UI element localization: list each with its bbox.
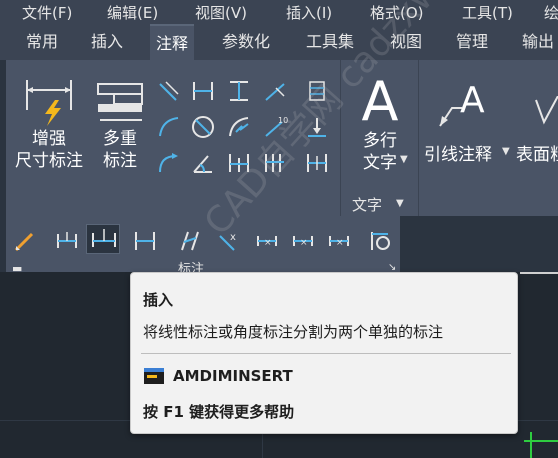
- menu-bar: 文件(F) 编辑(E) 视图(V) 插入(I) 格式(O) 工具(T) 绘: [0, 0, 558, 24]
- leader-arrow-icon[interactable]: [262, 78, 288, 104]
- tab-annotate[interactable]: 注释: [150, 24, 195, 60]
- smart-dimension-label-1: 增强: [32, 129, 66, 149]
- chevron-down-icon[interactable]: ▼: [400, 154, 408, 165]
- smart-dimension-icon: [26, 80, 72, 126]
- ucs-icon: [530, 432, 532, 458]
- chevron-down-icon[interactable]: ▼: [502, 146, 510, 157]
- pencil-edit-icon[interactable]: [12, 228, 38, 254]
- multiline-text-label-2: 文字: [363, 153, 397, 173]
- jogged-radius-icon[interactable]: [226, 114, 252, 140]
- dim-tedit-icon[interactable]: [54, 228, 80, 254]
- ribbon-tab-bar: 常用 插入 注释 参数化 工具集 视图 管理 输出: [0, 24, 558, 60]
- smart-dimension-label-2: 尺寸标注: [15, 151, 83, 171]
- tooltip-command: AMDIMINSERT: [173, 367, 293, 385]
- command-icon: [144, 368, 164, 384]
- svg-text:A: A: [460, 80, 485, 121]
- multi-dimension-label-1: 多重: [103, 129, 137, 149]
- svg-text:×: ×: [264, 238, 272, 248]
- tooltip-divider: [141, 353, 511, 354]
- leader-note-label[interactable]: 引线注释: [424, 140, 492, 165]
- tab-insert[interactable]: 插入: [85, 24, 129, 60]
- menu-view[interactable]: 视图(V): [195, 2, 247, 23]
- tab-parametric[interactable]: 参数化: [216, 24, 276, 60]
- multi-dimension-label-2: 标注: [103, 151, 137, 171]
- panel-separator: [418, 60, 419, 216]
- tab-output[interactable]: 输出: [516, 24, 558, 60]
- tooltip-panel: 插入 将线性标注或角度标注分割为两个单独的标注 AMDIMINSERT 按 F1…: [130, 272, 518, 434]
- svg-text:×: ×: [336, 238, 344, 248]
- menu-edit[interactable]: 编辑(E): [107, 2, 158, 23]
- app-window: 文件(F) 编辑(E) 视图(V) 插入(I) 格式(O) 工具(T) 绘 常用…: [0, 0, 558, 458]
- surface-texture-icon[interactable]: [532, 96, 558, 126]
- dim-override-icon[interactable]: ×: [254, 228, 280, 254]
- dim-reassociate-icon[interactable]: [132, 228, 158, 254]
- vertical-dimension-icon[interactable]: [226, 78, 252, 104]
- arc-dimension-icon[interactable]: [156, 114, 182, 140]
- text-panel-title[interactable]: 文字: [352, 194, 382, 215]
- oblique-dimension-icon[interactable]: [176, 228, 202, 254]
- multiline-text-label-1: 多行: [363, 131, 397, 151]
- angular-dimension-icon[interactable]: [190, 150, 216, 176]
- tooltip-help: 按 F1 键获得更多帮助: [143, 403, 295, 421]
- inspection-dimension-icon[interactable]: [368, 228, 394, 254]
- dim-update-icon[interactable]: ×: [290, 228, 316, 254]
- tooltip-description: 将线性标注或角度标注分割为两个单独的标注: [143, 323, 444, 341]
- aligned-dimension-icon[interactable]: [156, 78, 182, 104]
- menu-tools[interactable]: 工具(T): [462, 2, 513, 23]
- tab-manage[interactable]: 管理: [450, 24, 494, 60]
- chevron-down-icon[interactable]: ▼: [396, 198, 404, 209]
- tooltip-title: 插入: [143, 291, 174, 309]
- diameter-dimension-icon[interactable]: [190, 114, 216, 140]
- ribbon-gap: [400, 216, 558, 264]
- menu-draw[interactable]: 绘: [544, 2, 558, 23]
- dim-insert-icon: [92, 229, 116, 247]
- tab-home[interactable]: 常用: [20, 24, 64, 60]
- smart-dimension-button[interactable]: 增强 尺寸标注: [12, 76, 86, 172]
- menu-insert[interactable]: 插入(I): [286, 2, 332, 23]
- dim-insert-button[interactable]: [86, 224, 120, 254]
- canvas-border: [520, 272, 558, 274]
- svg-text:×: ×: [300, 238, 308, 248]
- dim-jog-icon[interactable]: ×: [326, 228, 352, 254]
- multi-dimension-icon: [97, 83, 143, 121]
- multi-dimension-button[interactable]: 多重 标注: [92, 76, 148, 172]
- surface-texture-label[interactable]: 表面粗: [516, 140, 558, 165]
- angular-arc-icon[interactable]: [156, 150, 182, 176]
- linear-dimension-icon[interactable]: [190, 78, 216, 104]
- leader-note-icon[interactable]: A: [426, 74, 506, 134]
- menu-file[interactable]: 文件(F): [22, 2, 72, 23]
